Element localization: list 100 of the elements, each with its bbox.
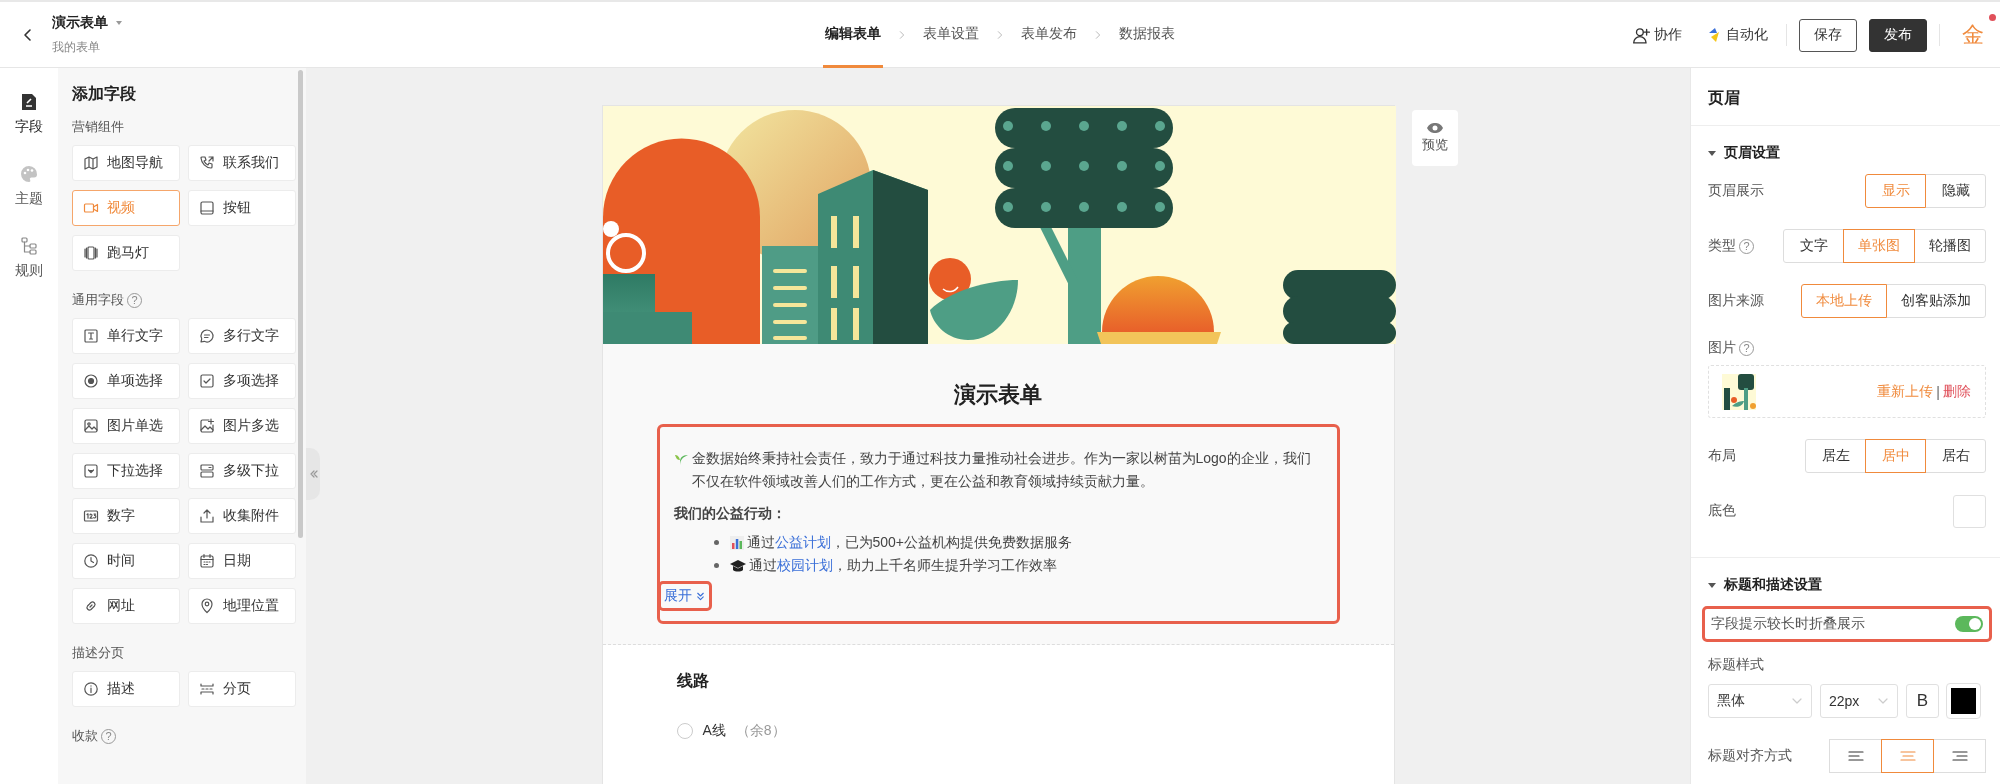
save-button[interactable]: 保存 [1799,18,1857,52]
field-type-item[interactable]: 收集附件 [188,498,296,534]
segment-option[interactable]: 居右 [1925,439,1986,473]
field-type-item[interactable]: 数字 [72,498,180,534]
graduation-cap-icon [728,557,747,574]
radio-button[interactable] [676,723,693,739]
calendar-icon [199,553,215,569]
segment-option[interactable]: 文字 [1783,229,1844,263]
map-icon [83,155,99,171]
collaborate-button[interactable]: 协作 [1626,26,1688,44]
group-title: 收款 [72,727,98,745]
segment-option[interactable]: 创客贴添加 [1886,284,1986,318]
field-type-item[interactable]: 图片单选 [72,408,180,444]
image-plus-icon [199,418,215,434]
chevron-right-icon [1093,29,1103,41]
field-type-item[interactable]: 网址 [72,588,180,624]
preview-button[interactable]: 预览 [1411,110,1458,166]
edit-document-icon [19,92,39,112]
description-text: 金数据始终秉持社会责任，致力于通过科技力量推动社会进步。作为一家以树苗为Logo的企业，我们不仅在软件领域改善人们的工作方式，更在公益和教育领域持续贡献力量。 [691,449,1312,491]
step-tab[interactable]: 数据报表 [1117,2,1177,68]
chevron-right-icon [897,29,907,41]
field-type-item[interactable]: 单行文字 [72,318,180,354]
phone-icon [199,155,215,171]
group-title: 通用字段 [72,291,124,309]
field-type-item[interactable]: 单项选择 [72,363,180,399]
question-title: 线路 [676,671,710,691]
field-type-item[interactable]: 地理位置 [188,588,296,624]
bar-chart-icon [728,534,745,551]
video-camera-icon [83,200,99,216]
collapse-handle[interactable] [306,448,320,500]
bullet-dot [713,563,719,568]
publish-button[interactable]: 发布 [1869,18,1927,52]
setting-label: 类型 [1708,237,1736,255]
upload-icon [199,508,215,524]
automation-button[interactable]: 自动化 [1700,26,1774,44]
field-type-item[interactable]: 多项选择 [188,363,296,399]
segment-option[interactable]: 居左 [1805,439,1866,473]
setting-label: 页眉展示 [1708,182,1764,200]
expand-triangle-icon[interactable] [1708,582,1716,588]
segment-option[interactable]: 轮播图 [1914,229,1986,263]
palette-icon [19,164,39,184]
form-heading: 演示表单 [953,381,1043,409]
page-break-icon [199,681,215,697]
panel-title: 添加字段 [72,84,137,104]
option-label: A线 [702,722,726,740]
expand-link[interactable]: 展开 [657,581,712,611]
settings-title: 页眉 [1691,68,2000,126]
separator-text: | [1936,383,1940,400]
flowchart-icon [19,236,39,256]
field-type-item[interactable]: 跑马灯 [72,235,180,271]
setting-label: 标题对齐方式 [1708,747,1792,765]
toggle-switch[interactable] [1955,616,1983,632]
group-title: 描述分页 [72,644,124,662]
remaining-count: （余8） [735,722,786,740]
expand-triangle-icon[interactable] [1708,150,1716,156]
field-type-item[interactable]: 多级下拉 [188,453,296,489]
nav-rail-item[interactable]: 字段 [15,92,43,136]
field-type-item[interactable]: 联系我们 [188,145,296,181]
align-button[interactable] [1881,739,1934,773]
field-type-item[interactable]: 多行文字 [188,318,296,354]
setting-label: 图片来源 [1708,292,1764,310]
field-type-item[interactable]: 地图导航 [72,145,180,181]
field-type-item[interactable]: 下拉选择 [72,453,180,489]
nav-rail-item[interactable]: 规则 [15,236,43,280]
field-type-item[interactable]: 日期 [188,543,296,579]
delete-link[interactable]: 删除 [1943,382,1971,401]
square-icon [199,200,215,216]
step-tab[interactable]: 表单发布 [1019,2,1079,68]
bullet-text: 通过公益计划，已为500+公益机构提供免费数据服务 [746,533,1073,552]
color-swatch[interactable] [1953,494,1986,528]
chevron-right-icon [995,29,1005,41]
size-select[interactable]: 22px [1820,684,1898,718]
font-select[interactable]: 黑体 [1708,684,1812,718]
setting-label: 图片 [1708,339,1736,357]
segment-option[interactable]: 隐藏 [1925,174,1986,208]
chat-bubble-icon [199,328,215,344]
section-title: 标题和描述设置 [1724,576,1822,594]
align-left-icon [1847,749,1864,763]
double-chevron-down-icon [694,590,706,602]
link-icon [83,598,99,614]
form-title: 演示表单 [52,14,108,32]
description-heading: 我们的公益行动： [673,504,787,523]
step-tab[interactable]: 表单设置 [921,2,981,68]
clock-icon [83,553,99,569]
info-icon [83,681,99,697]
bold-button[interactable]: B [1906,684,1939,718]
program-link[interactable]: 校园计划 [776,557,833,573]
double-chevron-left-icon [308,469,318,479]
program-link[interactable]: 公益计划 [774,534,831,550]
field-type-item[interactable]: 时间 [72,543,180,579]
image-icon [83,418,99,434]
dropdown-icon [83,463,99,479]
field-type-item[interactable]: 描述 [72,671,180,707]
field-type-item[interactable]: 按钮 [188,190,296,226]
person-plus-icon [1632,26,1650,44]
field-type-item[interactable]: 分页 [188,671,296,707]
field-type-item[interactable]: 图片多选 [188,408,296,444]
group-title: 营销组件 [72,118,124,136]
nav-rail-item[interactable]: 主题 [15,164,43,208]
align-right-icon [1951,749,1968,763]
